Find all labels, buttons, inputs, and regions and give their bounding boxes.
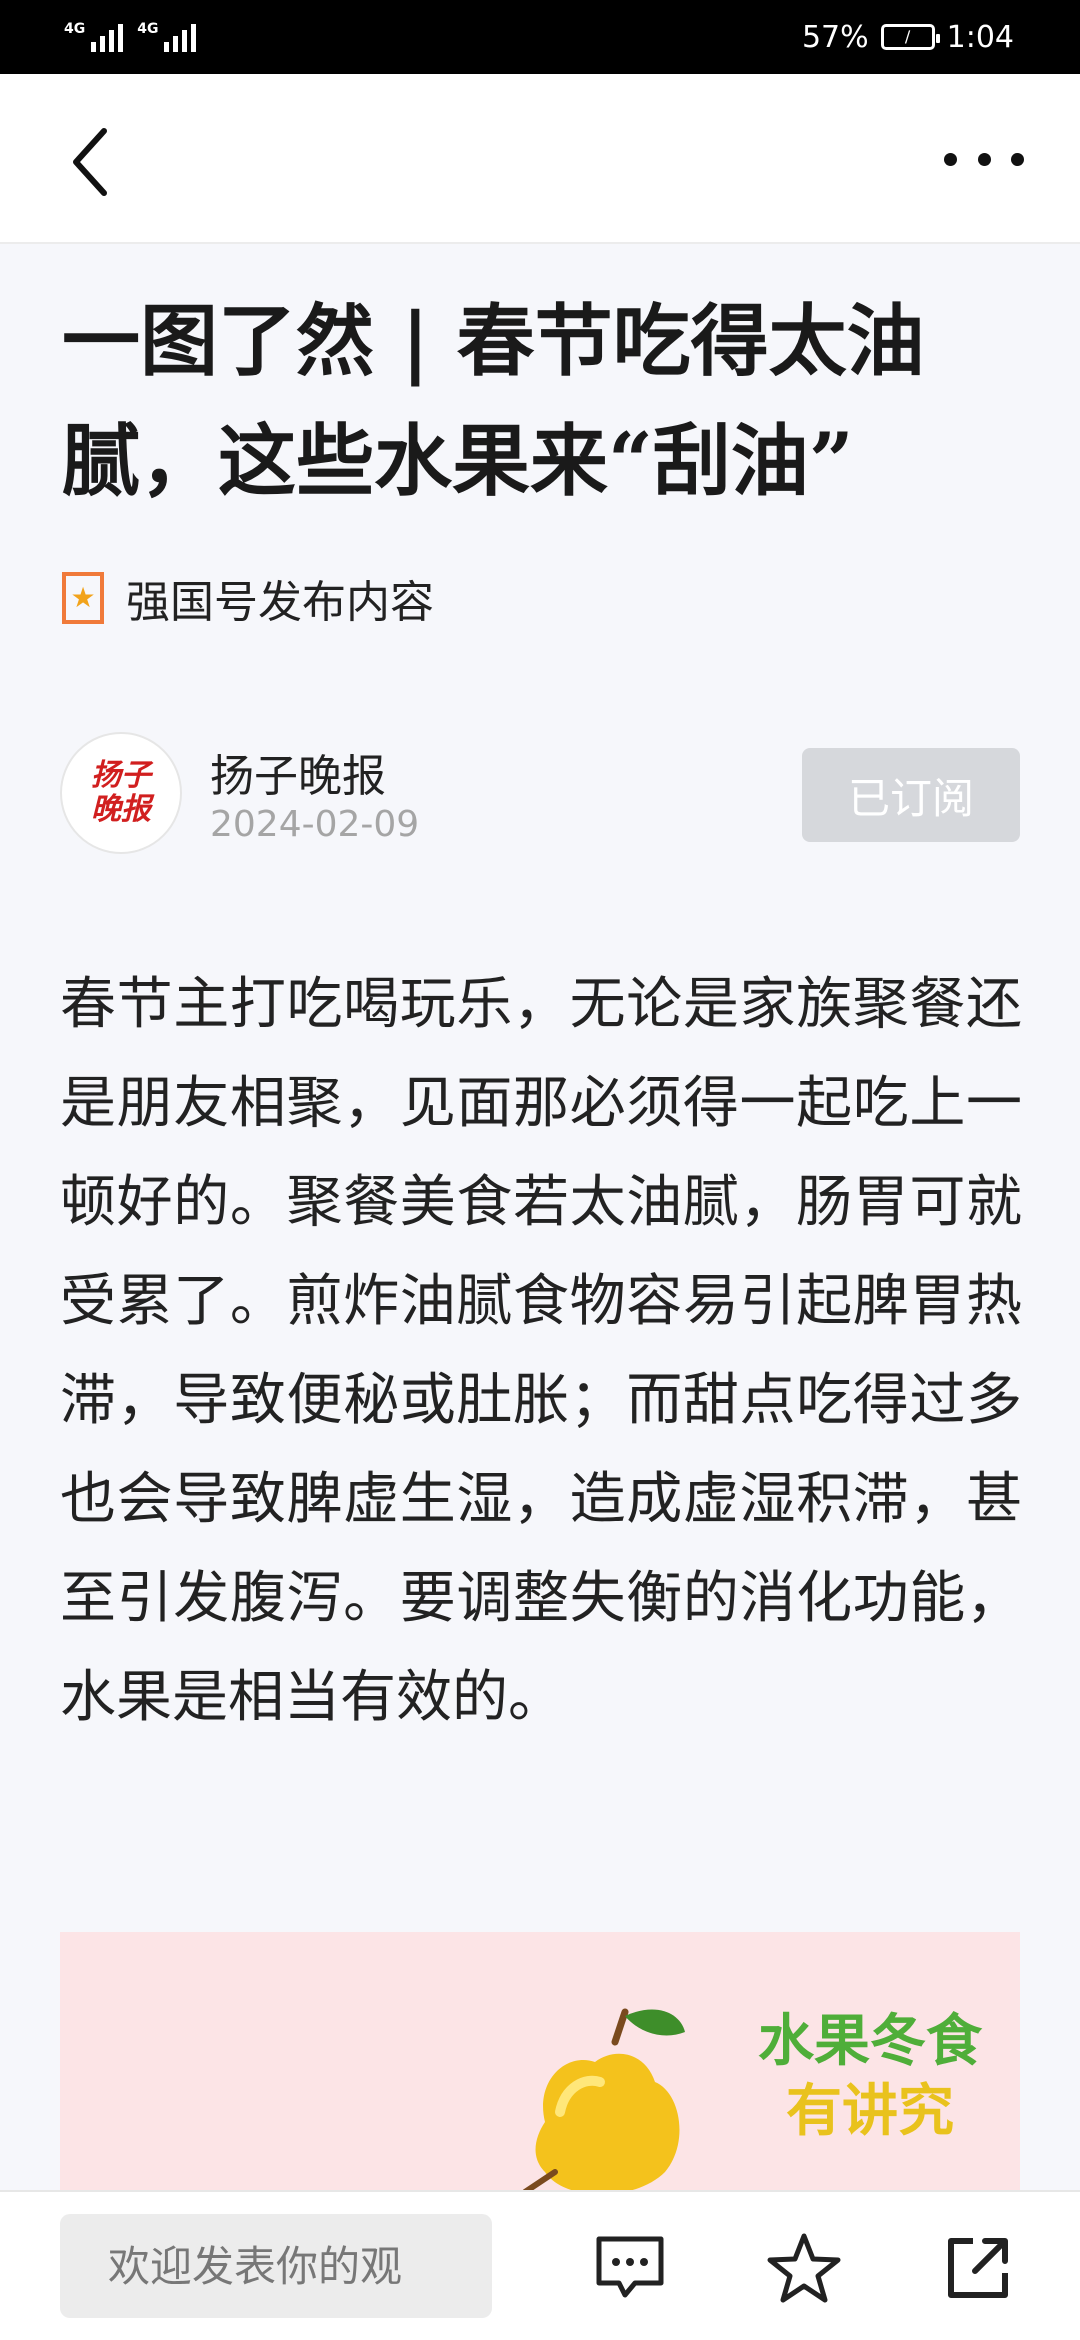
subscribe-button[interactable]: 已订阅 [802,748,1020,842]
status-bar: 4G 4G 57% ∕ 1:04 [0,0,1080,74]
network-type: 4G [137,21,159,37]
network-type: 4G [64,21,86,37]
pear-illustration [522,2008,685,2192]
share-button[interactable] [938,2228,1018,2308]
star-icon [767,2233,841,2303]
chevron-left-icon [73,128,107,196]
article-image[interactable]: 水果冬食 有讲究 [60,1932,1020,2192]
comment-icon [596,2236,664,2298]
article-body: 春节主打吃喝玩乐，无论是家族聚餐还是朋友相聚，见面那必须得一起吃上一顿好的。聚餐… [60,972,1022,1730]
publish-date: 2024-02-09 [210,804,420,845]
battery-icon: ∕ [880,24,940,50]
signal-icon: 4G [137,21,197,52]
avatar-logo-text: 扬子 晚报 [91,758,151,827]
banner-line-2: 有讲究 [786,2079,954,2144]
banner-line-1: 水果冬食 [758,2009,982,2074]
signal-icon: 4G [64,21,124,52]
battery-percent: 57% [801,19,869,55]
comment-button[interactable] [590,2228,670,2308]
source-tag[interactable]: ★ 强国号发布内容 [62,566,434,630]
more-dots-icon [944,152,957,166]
favorite-button[interactable] [764,2228,844,2308]
bookmark-star-icon: ★ [62,572,104,624]
clock: 1:04 [946,19,1014,55]
banner-caption: 水果冬食 有讲究 [750,2007,990,2147]
signal-indicators: 4G 4G [64,21,197,52]
comment-input[interactable] [60,2214,492,2318]
author-row: 扬子 晚报 扬子晚报 2024-02-09 已订阅 [60,730,1020,860]
back-button[interactable] [60,122,120,202]
bottom-action-bar [0,2190,1080,2340]
share-icon [948,2238,1008,2298]
nav-bar [0,74,1080,244]
avatar[interactable]: 扬子 晚报 [60,732,182,854]
author-name[interactable]: 扬子晚报 [210,740,386,804]
source-tag-label: 强国号发布内容 [126,577,434,628]
more-button[interactable] [944,134,1024,184]
article-title: 一图了然 | 春节吃得太油腻，这些水果来“刮油” [62,296,925,507]
